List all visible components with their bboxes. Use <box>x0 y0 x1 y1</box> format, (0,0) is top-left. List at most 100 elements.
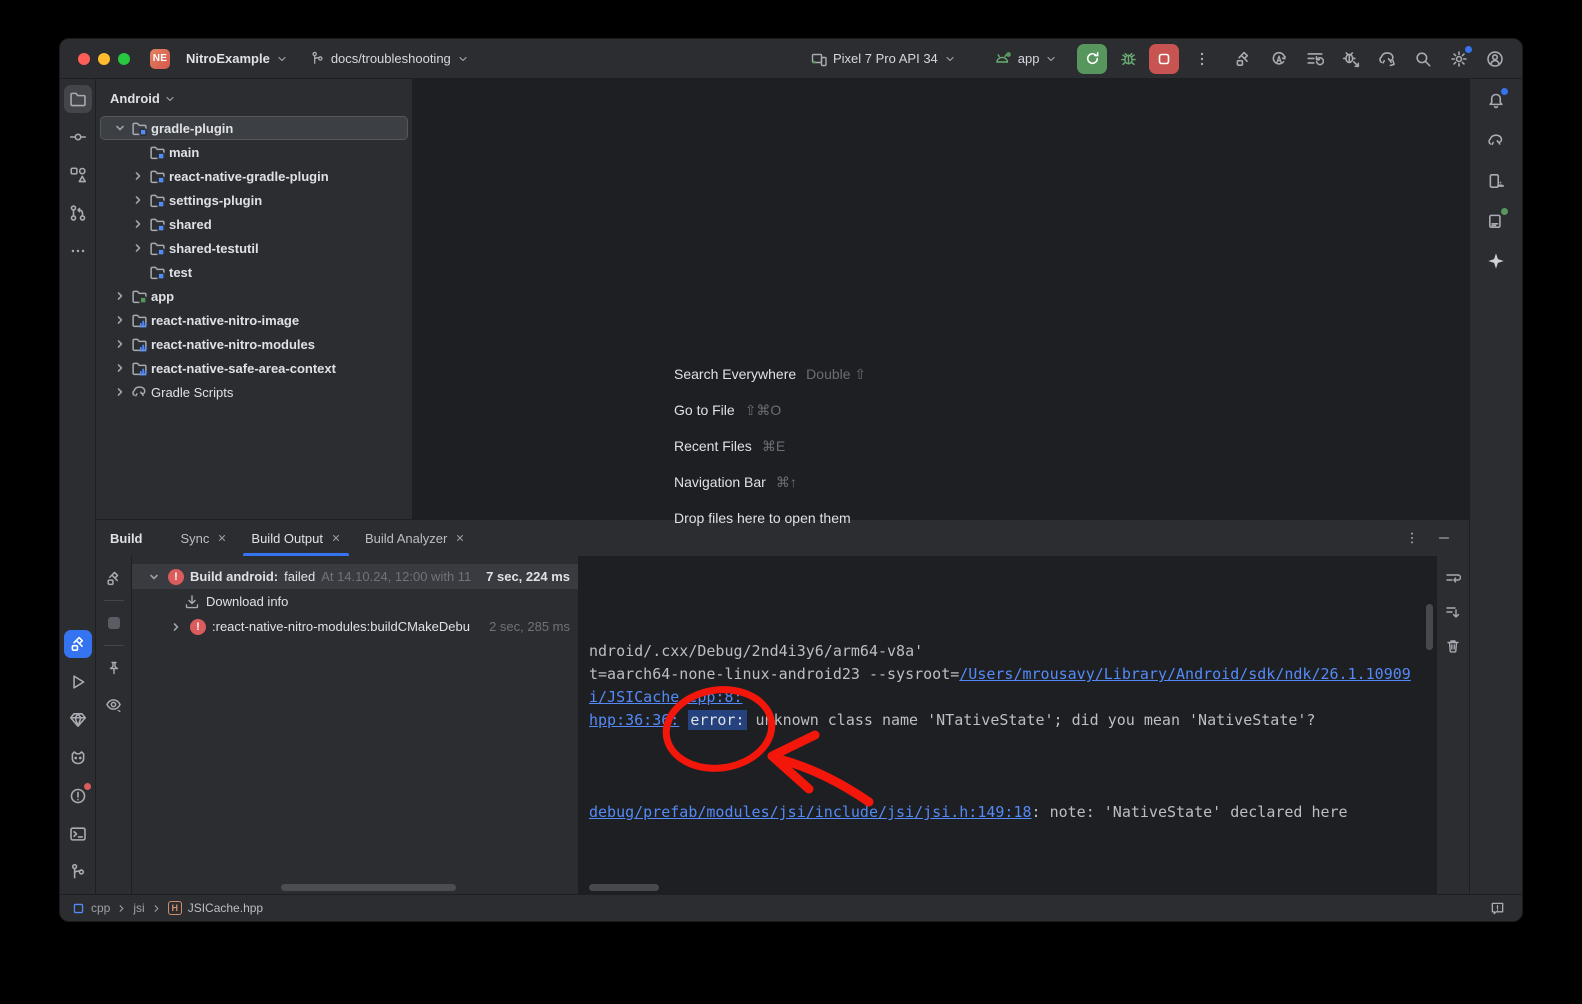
build-project-button[interactable] <box>1228 44 1258 74</box>
tree-item-shared-testutil[interactable]: shared-testutil <box>100 236 408 260</box>
apply-changes-icon <box>1270 50 1288 68</box>
pin-tab-button[interactable] <box>100 654 128 682</box>
hide-panel-button[interactable] <box>1433 527 1455 549</box>
tab-build-output[interactable]: Build Output <box>239 520 353 556</box>
tab-sync[interactable]: Sync <box>169 520 240 556</box>
restart-build-button[interactable] <box>100 564 128 592</box>
tree-item-shared[interactable]: shared <box>100 212 408 236</box>
device-manager-tool-button[interactable] <box>1482 167 1510 195</box>
stop-build-button[interactable] <box>100 609 128 637</box>
horizontal-scrollbar[interactable] <box>281 884 456 891</box>
chevron-right-icon[interactable] <box>130 192 146 208</box>
gemini-tool-button[interactable] <box>1482 247 1510 275</box>
run-config-selector[interactable]: app <box>988 47 1064 71</box>
chevron-right-icon[interactable] <box>112 360 128 376</box>
chevron-down-icon[interactable] <box>146 569 162 585</box>
search-everywhere-button[interactable] <box>1408 44 1438 74</box>
version-control-tool-button[interactable] <box>64 858 92 886</box>
build-tool-button[interactable] <box>64 630 92 658</box>
profile-button[interactable] <box>1480 44 1510 74</box>
chevron-down-icon[interactable] <box>112 120 128 136</box>
project-selector[interactable]: NitroExample <box>180 47 294 70</box>
chevron-right-icon[interactable] <box>168 619 184 635</box>
chevron-right-icon[interactable] <box>130 216 146 232</box>
vertical-scrollbar[interactable] <box>1426 604 1433 650</box>
device-selector[interactable]: Pixel 7 Pro API 34 <box>805 47 962 71</box>
failed-task-label: :react-native-nitro-modules:buildCMakeDe… <box>212 619 470 634</box>
breadcrumb-item[interactable]: cpp <box>91 901 110 915</box>
zoom-window-button[interactable] <box>118 53 130 65</box>
terminal-tool-button[interactable] <box>64 820 92 848</box>
tree-item-gradle-plugin[interactable]: gradle-plugin <box>100 116 408 140</box>
download-info-row[interactable]: Download info <box>132 589 578 614</box>
file-link[interactable]: i/JSICache.cpp:8: <box>589 688 743 706</box>
clear-all-button[interactable] <box>1441 634 1465 658</box>
tree-item-settings-plugin[interactable]: settings-plugin <box>100 188 408 212</box>
close-icon[interactable] <box>455 533 465 543</box>
project-view-selector[interactable]: Android <box>96 87 412 116</box>
tree-item-app[interactable]: app <box>100 284 408 308</box>
stop-button[interactable] <box>1149 44 1179 74</box>
file-link[interactable]: /Users/mrousavy/Library/Android/sdk/ndk/… <box>959 665 1411 683</box>
tree-item-main[interactable]: main <box>100 140 408 164</box>
tree-item-test[interactable]: test <box>100 260 408 284</box>
chevron-right-icon[interactable] <box>112 288 128 304</box>
file-link[interactable]: hpp:36:36: <box>589 711 679 729</box>
filter-view-button[interactable] <box>100 690 128 718</box>
settings-button[interactable] <box>1444 44 1474 74</box>
file-link[interactable]: debug/prefab/modules/jsi/include/jsi/jsi… <box>589 803 1032 821</box>
branch-selector[interactable]: docs/troubleshooting <box>304 47 475 70</box>
tree-item-react-native-nitro-modules[interactable]: react-native-nitro-modules <box>100 332 408 356</box>
horizontal-scrollbar[interactable] <box>589 884 659 891</box>
tree-item-react-native-safe-area-context[interactable]: react-native-safe-area-context <box>100 356 408 380</box>
minimize-window-button[interactable] <box>98 53 110 65</box>
event-log-button[interactable] <box>1486 897 1508 919</box>
rerun-button[interactable] <box>1077 44 1107 74</box>
hammer-icon <box>69 635 87 653</box>
chevron-right-icon[interactable] <box>112 312 128 328</box>
app-quality-insights-tool-button[interactable] <box>64 706 92 734</box>
run-tool-button[interactable] <box>64 668 92 696</box>
build-result-row[interactable]: ! Build android: failed At 14.10.24, 12:… <box>132 564 578 589</box>
breadcrumb-item[interactable]: jsi <box>133 901 144 915</box>
notifications-tool-button[interactable] <box>1482 87 1510 115</box>
build-panel-options-button[interactable] <box>1401 527 1423 549</box>
build-output-console[interactable]: ndroid/.cxx/Debug/2nd4i3y6/arm64-v8a' t=… <box>579 556 1436 894</box>
pull-requests-tool-button[interactable] <box>64 199 92 227</box>
tree-item-react-native-gradle-plugin[interactable]: react-native-gradle-plugin <box>100 164 408 188</box>
build-tool-window: Build Sync Build Output Build Analyzer <box>96 519 1469 894</box>
soft-wrap-button[interactable] <box>1441 566 1465 590</box>
more-tools-button[interactable] <box>64 237 92 265</box>
chevron-right-icon[interactable] <box>130 240 146 256</box>
folder-icon <box>69 90 87 108</box>
project-tool-button[interactable] <box>64 85 92 113</box>
gradle-sync-icon <box>1378 50 1397 68</box>
more-actions-button[interactable] <box>1187 44 1217 74</box>
gradle-tool-button[interactable] <box>1482 127 1510 155</box>
terminal-icon <box>69 825 87 843</box>
tab-build-analyzer[interactable]: Build Analyzer <box>353 520 477 556</box>
tree-item-react-native-nitro-image[interactable]: react-native-nitro-image <box>100 308 408 332</box>
console-text-segment: unknown class name 'NTativeState'; did y… <box>747 711 1316 729</box>
breadcrumb-item[interactable]: JSICache.hpp <box>188 901 263 915</box>
attach-debugger-button[interactable] <box>1336 44 1366 74</box>
chevron-right-icon[interactable] <box>112 384 128 400</box>
tree-item-gradle-scripts[interactable]: Gradle Scripts <box>100 380 408 404</box>
chevron-down-icon <box>164 93 176 105</box>
chevron-right-icon[interactable] <box>130 168 146 184</box>
close-window-button[interactable] <box>78 53 90 65</box>
commit-tool-button[interactable] <box>64 123 92 151</box>
close-icon[interactable] <box>217 533 227 543</box>
apply-changes-button[interactable] <box>1264 44 1294 74</box>
debug-button[interactable] <box>1113 44 1143 74</box>
failed-task-row[interactable]: ! :react-native-nitro-modules:buildCMake… <box>132 614 578 639</box>
running-devices-tool-button[interactable] <box>1482 207 1510 235</box>
gradle-sync-button[interactable] <box>1372 44 1402 74</box>
build-variants-button[interactable] <box>1300 44 1330 74</box>
resource-manager-tool-button[interactable] <box>64 161 92 189</box>
problems-tool-button[interactable] <box>64 782 92 810</box>
logcat-tool-button[interactable] <box>64 744 92 772</box>
chevron-right-icon[interactable] <box>112 336 128 352</box>
scroll-to-end-button[interactable] <box>1441 600 1465 624</box>
close-icon[interactable] <box>331 533 341 543</box>
